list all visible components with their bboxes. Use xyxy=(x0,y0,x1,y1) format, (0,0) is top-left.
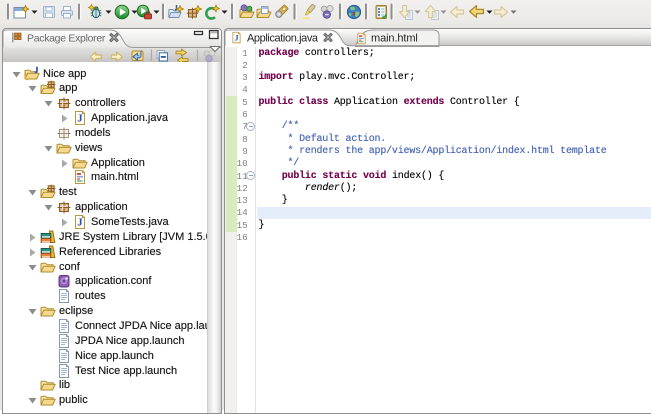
svg-text:Application.java: Application.java xyxy=(247,33,319,45)
svg-text:Package Explorer: Package Explorer xyxy=(27,33,106,45)
svg-text:main.html: main.html xyxy=(371,33,418,45)
